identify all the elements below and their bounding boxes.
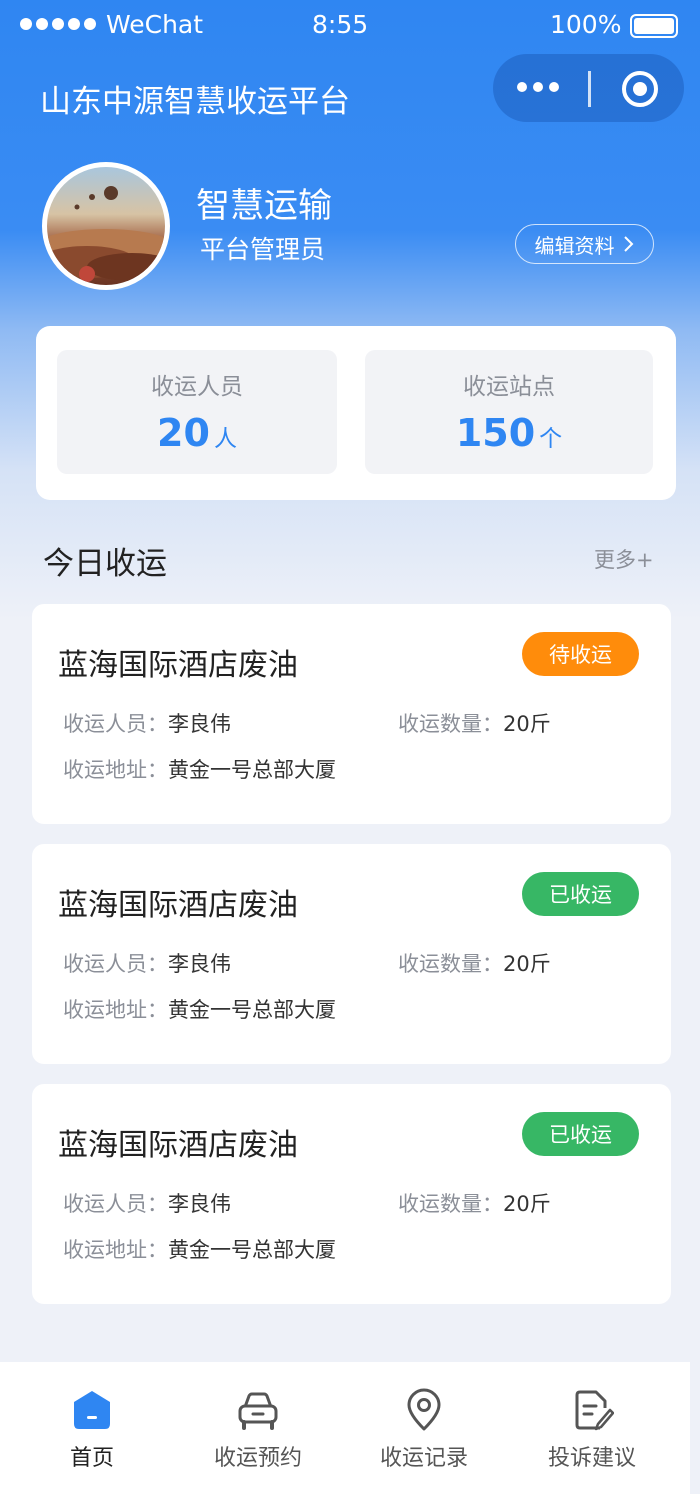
user-name: 智慧运输 (196, 186, 332, 226)
stat-staff[interactable]: 收运人员 20 人 (57, 350, 337, 474)
more-menu-icon[interactable] (517, 82, 559, 92)
address-value: 黄金一号总部大厦 (168, 758, 336, 782)
quantity-value: 20斤 (503, 952, 551, 976)
person-value: 李良伟 (168, 1192, 231, 1216)
tab-booking[interactable]: 收运预约 (172, 1362, 344, 1494)
record-address: 收运地址：黄金一号总部大厦 (63, 996, 336, 1024)
address-key: 收运地址： (63, 998, 168, 1022)
status-badge: 已收运 (522, 1112, 639, 1156)
document-edit-icon (575, 1390, 614, 1431)
section-title: 今日收运 (43, 546, 167, 582)
quantity-value: 20斤 (503, 712, 551, 736)
tab-complaints[interactable]: 投诉建议 (506, 1362, 678, 1494)
capsule-divider (588, 71, 591, 107)
status-badge: 已收运 (522, 872, 639, 916)
quantity-key: 收运数量： (398, 1192, 503, 1216)
close-target-icon[interactable] (622, 71, 658, 107)
avatar[interactable] (42, 162, 170, 290)
more-link[interactable]: 更多+ (594, 544, 654, 574)
record-title: 蓝海国际酒店废油 (58, 648, 298, 683)
page-title: 山东中源智慧收运平台 (40, 84, 350, 120)
person-value: 李良伟 (168, 952, 231, 976)
record-quantity: 收运数量：20斤 (398, 950, 551, 978)
edit-profile-button[interactable]: 编辑资料 (515, 224, 654, 264)
address-key: 收运地址： (63, 758, 168, 782)
address-key: 收运地址： (63, 1238, 168, 1262)
location-pin-icon (407, 1388, 441, 1431)
status-bar: WeChat 8:55 100% (0, 0, 700, 52)
tab-label: 投诉建议 (547, 1446, 636, 1471)
status-badge: 待收运 (522, 632, 639, 676)
person-key: 收运人员： (63, 1192, 168, 1216)
quantity-key: 收运数量： (398, 952, 503, 976)
stat-value: 150 (455, 411, 536, 455)
record-card[interactable]: 蓝海国际酒店废油 待收运 收运人员：李良伟 收运数量：20斤 收运地址：黄金一号… (32, 604, 671, 824)
record-title: 蓝海国际酒店废油 (58, 888, 298, 923)
stat-unit: 个 (539, 426, 563, 452)
tab-bar: 首页 收运预约 收运记录 投诉建议 (0, 1362, 690, 1494)
address-value: 黄金一号总部大厦 (168, 1238, 336, 1262)
home-icon (74, 1391, 110, 1429)
status-time: 8:55 (312, 10, 369, 39)
tab-home[interactable]: 首页 (6, 1362, 178, 1494)
balloon-landscape-image (47, 186, 165, 282)
stat-value: 20 (157, 411, 210, 455)
record-card[interactable]: 蓝海国际酒店废油 已收运 收运人员：李良伟 收运数量：20斤 收运地址：黄金一号… (32, 1084, 671, 1304)
stat-label: 收运人员 (151, 374, 243, 400)
battery-percent: 100% (550, 10, 622, 39)
address-value: 黄金一号总部大厦 (168, 998, 336, 1022)
stat-label: 收运站点 (463, 374, 555, 400)
car-icon (238, 1392, 278, 1430)
mini-program-capsule (493, 54, 684, 122)
person-key: 收运人员： (63, 712, 168, 736)
carrier-name: WeChat (106, 10, 204, 39)
person-value: 李良伟 (168, 712, 231, 736)
record-person: 收运人员：李良伟 (63, 950, 231, 978)
tab-label: 收运预约 (213, 1446, 302, 1471)
quantity-value: 20斤 (503, 1192, 551, 1216)
tab-records[interactable]: 收运记录 (338, 1362, 510, 1494)
user-role: 平台管理员 (200, 235, 326, 264)
stat-stations[interactable]: 收运站点 150 个 (365, 350, 653, 474)
record-person: 收运人员：李良伟 (63, 1190, 231, 1218)
record-card[interactable]: 蓝海国际酒店废油 已收运 收运人员：李良伟 收运数量：20斤 收运地址：黄金一号… (32, 844, 671, 1064)
record-quantity: 收运数量：20斤 (398, 710, 551, 738)
record-title: 蓝海国际酒店废油 (58, 1128, 298, 1163)
record-address: 收运地址：黄金一号总部大厦 (63, 756, 336, 784)
signal-strength-icon (20, 18, 96, 30)
battery-icon (630, 14, 678, 38)
person-key: 收运人员： (63, 952, 168, 976)
stats-card: 收运人员 20 人 收运站点 150 个 (36, 326, 676, 500)
tab-label: 收运记录 (379, 1446, 468, 1471)
record-quantity: 收运数量：20斤 (398, 1190, 551, 1218)
edit-profile-label: 编辑资料 (534, 233, 615, 258)
quantity-key: 收运数量： (398, 712, 503, 736)
record-person: 收运人员：李良伟 (63, 710, 231, 738)
record-address: 收运地址：黄金一号总部大厦 (63, 1236, 336, 1264)
tab-label: 首页 (69, 1446, 114, 1471)
chevron-right-icon (623, 236, 633, 252)
stat-unit: 人 (213, 426, 237, 452)
